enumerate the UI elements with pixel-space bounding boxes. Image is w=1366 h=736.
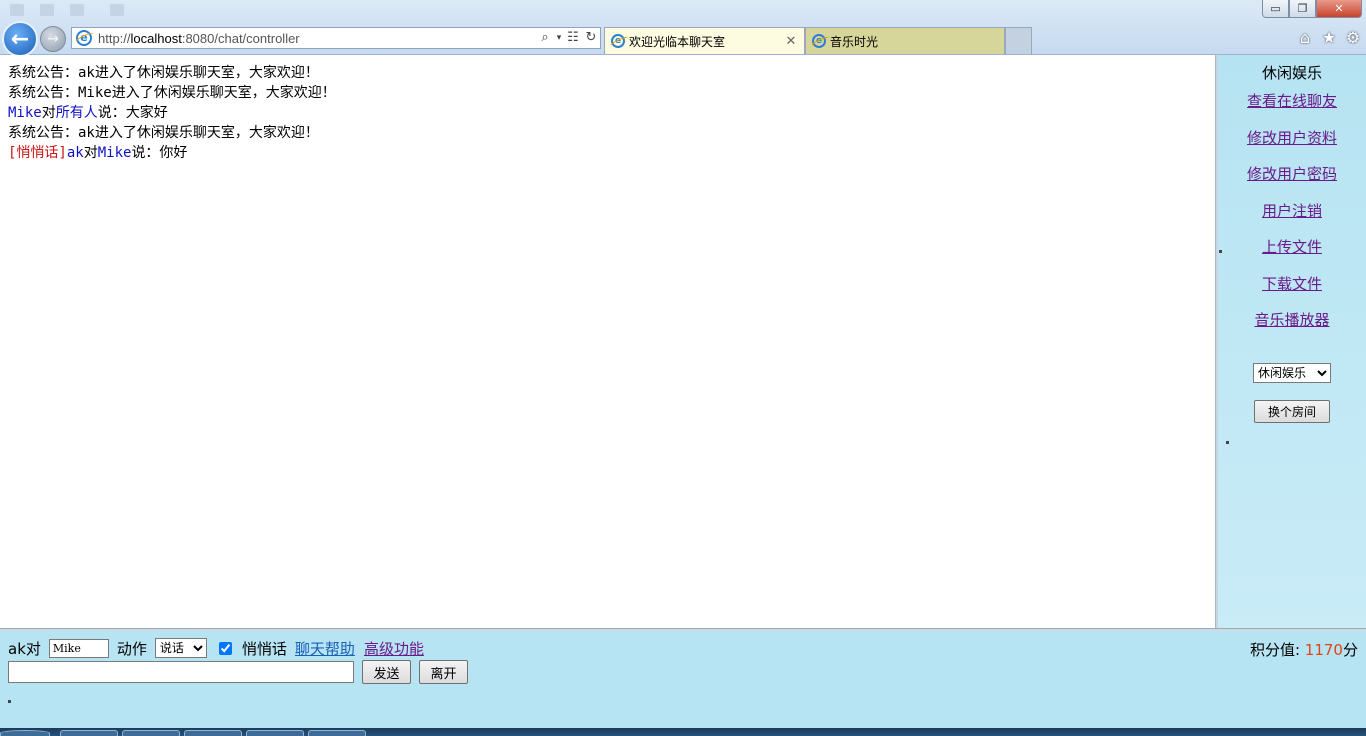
close-window-button[interactable]: ✕ — [1316, 0, 1362, 18]
ie-page-icon: e — [812, 34, 826, 48]
whisper-checkbox[interactable] — [218, 641, 232, 655]
message-segment: Mike — [97, 145, 132, 161]
chat-message: [悄悄话]ak对Mike说：你好 — [8, 143, 1215, 163]
address-url[interactable]: http://localhost:8080/chat/controller — [98, 31, 536, 46]
home-icon[interactable]: ⌂ — [1296, 29, 1314, 47]
window-controls: ▭ ❐ ✕ — [1262, 0, 1362, 18]
ie-page-icon: e — [611, 34, 625, 48]
browser-chrome: ▭ ❐ ✕ ← → e http://localhost:8080/chat/c… — [0, 0, 1366, 57]
sidebar-frame: 休闲娱乐 查看在线聊友 修改用户资料 修改用户密码 用户注销上传文件下载文件音乐播放器… — [1218, 55, 1366, 628]
target-user-input[interactable] — [48, 638, 109, 658]
refresh-icon[interactable]: ↻ — [582, 29, 600, 47]
room-title: 休闲娱乐 — [1261, 64, 1322, 82]
frame-marker — [1226, 441, 1229, 444]
link-music-player[interactable]: 音乐播放器 — [1218, 310, 1366, 330]
compose-options: ak对 动作 说话 悄悄话 聊天帮助 高级功能 — [8, 637, 424, 659]
taskbar-item[interactable] — [184, 730, 242, 736]
arrow-right-icon: → — [47, 31, 59, 47]
action-select[interactable]: 说话 — [154, 638, 207, 658]
leave-button[interactable]: 离开 — [419, 660, 468, 684]
taskbar-item[interactable] — [308, 730, 366, 736]
compatibility-icon[interactable]: ☷ — [564, 29, 582, 47]
gear-icon[interactable]: ⚙ — [1344, 29, 1362, 47]
speaker-label: ak对 — [8, 639, 41, 658]
message-segment: 系统公告：ak进入了休闲娱乐聊天室，大家欢迎！ — [8, 125, 319, 141]
search-icon[interactable]: ⌕ — [536, 29, 554, 47]
message-segment: ak — [66, 145, 84, 161]
chat-message-frame: 系统公告：ak进入了休闲娱乐聊天室，大家欢迎！ 系统公告：Mike进入了休闲娱乐聊… — [0, 55, 1215, 628]
frame-marker — [8, 700, 11, 703]
link-edit-profile[interactable]: 修改用户资料 — [1218, 128, 1366, 148]
message-segment: 说：你好 — [131, 145, 188, 161]
start-button[interactable] — [0, 730, 50, 736]
message-segment: 对 — [83, 145, 98, 161]
tab-label: 欢迎光临本聊天室 — [629, 34, 726, 49]
score-unit: 分 — [1342, 641, 1358, 659]
action-label: 动作 — [116, 639, 147, 658]
message-segment: [悄悄话] — [8, 145, 67, 161]
advanced-features-link[interactable]: 高级功能 — [364, 638, 424, 659]
message-segment: 对 — [41, 105, 56, 121]
quick-access-icon[interactable] — [110, 4, 124, 16]
change-room-button[interactable]: 换个房间 — [1254, 400, 1330, 423]
message-segment: 系统公告：ak进入了休闲娱乐聊天室，大家欢迎！ — [8, 65, 319, 81]
arrow-left-icon: ← — [10, 26, 30, 52]
whisper-label: 悄悄话 — [241, 639, 287, 658]
maximize-button[interactable]: ❐ — [1289, 0, 1316, 18]
link-download-file[interactable]: 下载文件 — [1218, 274, 1366, 294]
message-segment: 系统公告：Mike进入了休闲娱乐聊天室，大家欢迎！ — [8, 85, 336, 101]
link-logout[interactable]: 用户注销 — [1218, 201, 1366, 221]
message-segment: 所有人 — [55, 105, 98, 121]
new-tab-button[interactable] — [1005, 27, 1032, 54]
room-select[interactable]: 休闲娱乐 — [1253, 363, 1331, 383]
title-bar — [0, 0, 1366, 22]
close-icon[interactable]: ✕ — [784, 34, 798, 49]
taskbar — [0, 728, 1366, 736]
taskbar-item[interactable] — [60, 730, 118, 736]
back-button[interactable]: ← — [2, 21, 38, 57]
taskbar-item[interactable] — [122, 730, 180, 736]
quick-access-icon[interactable] — [10, 4, 24, 16]
undo-icon[interactable] — [70, 4, 84, 16]
link-change-password[interactable]: 修改用户密码 — [1218, 164, 1366, 184]
score-label: 积分值: — [1249, 641, 1301, 659]
minimize-button[interactable]: ▭ — [1262, 0, 1289, 18]
ie-page-icon: e — [76, 30, 92, 46]
tab-strip: e 欢迎光临本聊天室 ✕ e 音乐时光 — [604, 27, 1032, 54]
link-upload-file[interactable]: 上传文件 — [1218, 237, 1366, 257]
chat-log: 系统公告：ak进入了休闲娱乐聊天室，大家欢迎！ 系统公告：Mike进入了休闲娱乐聊… — [0, 55, 1215, 163]
score-value: 1170 — [1304, 641, 1343, 659]
chat-message: 系统公告：ak进入了休闲娱乐聊天室，大家欢迎！ — [8, 123, 1215, 143]
forward-button[interactable]: → — [40, 26, 66, 52]
chat-message: 系统公告：Mike进入了休闲娱乐聊天室，大家欢迎！ — [8, 83, 1215, 103]
frame-marker — [1219, 250, 1222, 253]
input-frame: ak对 动作 说话 悄悄话 聊天帮助 高级功能 积分值: 1170分 发送 离开 — [0, 631, 1366, 728]
browser-tools: ⌂ ★ ⚙ — [1296, 29, 1362, 47]
star-icon[interactable]: ★ — [1320, 29, 1338, 47]
message-segment: 说：大家好 — [97, 105, 168, 121]
tab-label: 音乐时光 — [830, 34, 879, 49]
send-button[interactable]: 发送 — [362, 660, 411, 684]
message-segment: Mike — [8, 105, 42, 121]
dropdown-arrow-icon[interactable]: ▾ — [554, 29, 564, 47]
taskbar-item[interactable] — [246, 730, 304, 736]
quick-access-icon[interactable] — [40, 4, 54, 16]
tab-music-time[interactable]: e 音乐时光 — [805, 27, 1005, 54]
chat-message: 系统公告：ak进入了休闲娱乐聊天室，大家欢迎！ — [8, 63, 1215, 83]
chat-message: Mike对所有人说：大家好 — [8, 103, 1215, 123]
sidebar-links: 查看在线聊友 修改用户资料 修改用户密码 用户注销上传文件下载文件音乐播放器 — [1218, 91, 1366, 330]
tab-chat-room[interactable]: e 欢迎光临本聊天室 ✕ — [604, 27, 805, 54]
score-display: 积分值: 1170分 — [1250, 639, 1358, 660]
address-bar[interactable]: e http://localhost:8080/chat/controller … — [71, 27, 601, 49]
message-input[interactable] — [8, 661, 354, 683]
chat-help-link[interactable]: 聊天帮助 — [295, 638, 355, 659]
link-view-online-users[interactable]: 查看在线聊友 — [1218, 91, 1366, 111]
